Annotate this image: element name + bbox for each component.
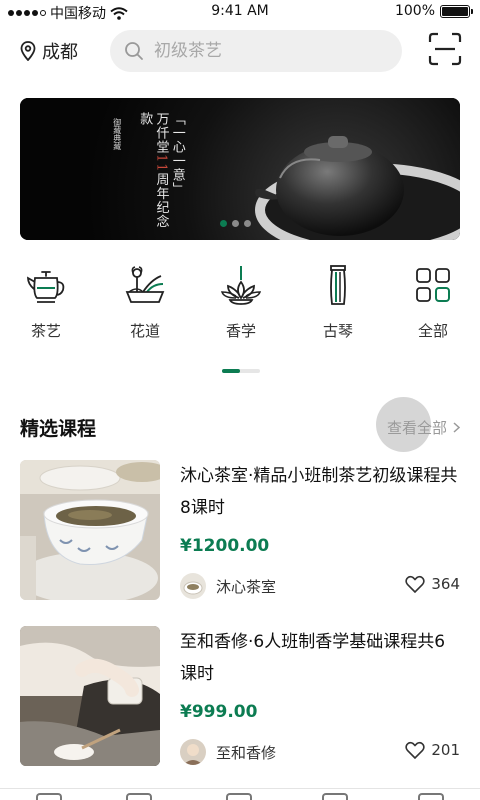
tab-course-icon[interactable] xyxy=(322,793,348,800)
search-icon xyxy=(125,42,143,60)
category-label: 茶艺 xyxy=(30,322,61,340)
tab-message-icon[interactable] xyxy=(226,793,252,800)
category-nav: 茶艺 花道 香学 古琴 全部 xyxy=(0,264,480,354)
tab-profile-icon[interactable] xyxy=(418,793,444,800)
incense-class-image xyxy=(20,626,160,766)
category-flower-arrangement[interactable]: 花道 xyxy=(110,264,180,341)
location-pin-icon xyxy=(20,41,36,61)
banner-headline-line2: 万仟堂11周年纪念款 xyxy=(137,112,169,229)
course-card[interactable]: 至和香修·6人班制香学基础课程共6课时 ¥999.00 至和香修 201 xyxy=(20,626,460,766)
view-all-link[interactable]: 查看全部 xyxy=(387,417,460,438)
avatar[interactable] xyxy=(180,739,206,765)
like-count: 364 xyxy=(431,575,460,593)
banner-dot[interactable] xyxy=(244,220,251,227)
location-selector[interactable]: 成都 xyxy=(20,38,78,64)
flower-arrangement-icon xyxy=(125,266,165,303)
scan-icon[interactable] xyxy=(428,32,462,66)
view-all-label: 查看全部 xyxy=(386,419,447,437)
section-title: 精选课程 xyxy=(20,418,97,440)
location-label: 成都 xyxy=(42,42,78,63)
course-thumbnail[interactable] xyxy=(20,626,160,766)
tab-discover-icon[interactable] xyxy=(126,793,152,800)
category-label: 花道 xyxy=(129,322,160,340)
like-count: 201 xyxy=(431,741,460,759)
category-all[interactable]: 全部 xyxy=(398,264,468,341)
category-pager xyxy=(222,369,260,373)
search-input[interactable] xyxy=(154,41,374,61)
category-label: 香学 xyxy=(225,322,256,340)
course-price: ¥999.00 xyxy=(180,702,258,722)
category-incense[interactable]: 香学 xyxy=(206,264,276,341)
course-meta: 沐心茶室 364 xyxy=(180,572,460,600)
banner-headline: 「一心一意」 万仟堂11周年纪念款 xyxy=(137,112,185,229)
course-meta: 至和香修 201 xyxy=(180,738,460,766)
guqin-icon xyxy=(330,265,346,305)
course-title[interactable]: 沐心茶室·精品小班制茶艺初级课程共8课时 xyxy=(180,460,460,524)
heart-icon xyxy=(405,575,426,593)
avatar[interactable] xyxy=(180,573,206,599)
search-bar[interactable] xyxy=(110,30,402,72)
teapot-banner-image xyxy=(255,136,460,240)
banner-dot-active[interactable] xyxy=(220,220,227,227)
category-label: 古琴 xyxy=(322,322,353,340)
battery-percent: 100% xyxy=(394,3,435,19)
shop-name[interactable]: 至和香修 xyxy=(216,742,276,763)
course-thumbnail[interactable] xyxy=(20,460,160,600)
battery-status: 100% xyxy=(394,3,473,19)
banner-dot[interactable] xyxy=(232,220,239,227)
shop-name[interactable]: 沐心茶室 xyxy=(216,576,276,597)
grid-all-icon xyxy=(416,268,450,302)
incense-lotus-icon xyxy=(220,266,262,305)
promo-banner[interactable]: 「一心一意」 万仟堂11周年纪念款 御藏典藏 xyxy=(20,98,460,240)
bottom-tab-bar xyxy=(0,788,480,800)
category-pager-active xyxy=(222,369,240,373)
course-card[interactable]: 沐心茶室·精品小班制茶艺初级课程共8课时 ¥1200.00 沐心茶室 364 xyxy=(20,460,460,600)
heart-icon xyxy=(405,741,426,759)
teapot-icon xyxy=(27,271,65,303)
top-header: 成都 xyxy=(0,28,480,74)
banner-subtext: 御藏典藏 xyxy=(112,118,122,150)
category-guqin[interactable]: 古琴 xyxy=(303,264,373,341)
banner-pagination[interactable] xyxy=(220,220,251,227)
category-tea-art[interactable]: 茶艺 xyxy=(11,264,81,341)
like-button[interactable]: 364 xyxy=(405,575,460,593)
battery-icon xyxy=(440,4,473,18)
course-info: 沐心茶室·精品小班制茶艺初级课程共8课时 ¥1200.00 沐心茶室 364 xyxy=(180,460,460,600)
category-label: 全部 xyxy=(417,322,448,340)
chevron-right-icon xyxy=(453,422,460,433)
status-bar: 中国移动 9:41 AM 100% xyxy=(0,0,480,24)
like-button[interactable]: 201 xyxy=(405,741,460,759)
course-info: 至和香修·6人班制香学基础课程共6课时 ¥999.00 至和香修 201 xyxy=(180,626,460,766)
tab-home-icon[interactable] xyxy=(36,793,62,800)
course-title[interactable]: 至和香修·6人班制香学基础课程共6课时 xyxy=(180,626,460,690)
tea-cup-image xyxy=(20,460,160,600)
course-price: ¥1200.00 xyxy=(180,536,270,556)
